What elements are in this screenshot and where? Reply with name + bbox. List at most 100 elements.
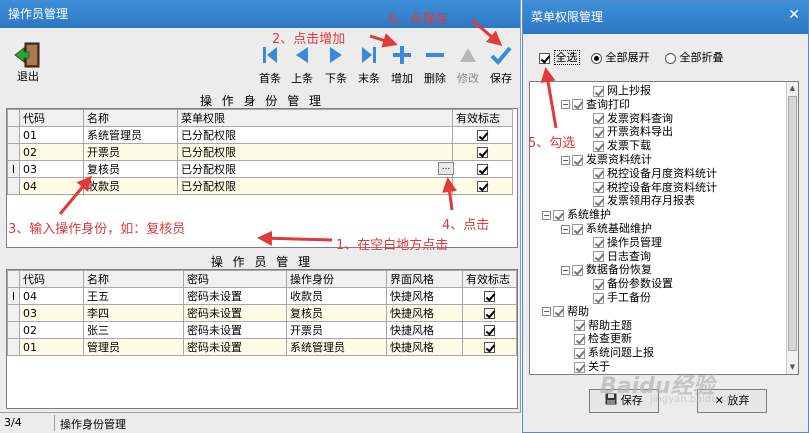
tree-check-icon[interactable] bbox=[593, 113, 604, 125]
expand-all-radio[interactable]: 全部展开 bbox=[591, 49, 650, 65]
identity-valid-checkbox[interactable] bbox=[452, 177, 513, 195]
operator-table-row[interactable]: 02 张三 密码未设置 开票员 快捷风格 bbox=[7, 321, 517, 339]
select-all-checkbox[interactable]: 全选 bbox=[539, 49, 580, 65]
operator-cell[interactable]: 01 bbox=[19, 338, 84, 356]
operator-cell[interactable]: 系统管理员 bbox=[286, 338, 387, 356]
tree-node[interactable]: 税控设备年度资料统计 bbox=[580, 181, 717, 195]
tree-check-icon[interactable] bbox=[572, 154, 583, 166]
identity-table-row[interactable]: 02 开票员 已分配权限 bbox=[7, 143, 513, 161]
tree-node[interactable]: 检查更新 bbox=[561, 332, 632, 346]
scroll-down-icon[interactable]: ▼ bbox=[788, 362, 797, 372]
operator-cell[interactable]: 王五 bbox=[83, 287, 184, 305]
tree-check-icon[interactable] bbox=[593, 126, 604, 138]
prev-record-button[interactable]: 上条 bbox=[284, 44, 320, 86]
last-record-button[interactable]: 末条 bbox=[351, 44, 387, 86]
save-button[interactable]: 保存 bbox=[483, 44, 519, 86]
collapse-all-radio[interactable]: 全部折叠 bbox=[665, 49, 724, 65]
tree-check-icon[interactable] bbox=[593, 237, 604, 249]
operator-cell[interactable]: 快捷风格 bbox=[386, 304, 463, 322]
operator-col-name[interactable]: 名称 bbox=[83, 270, 184, 288]
tree-check-icon[interactable] bbox=[572, 264, 583, 276]
operator-grid[interactable]: 代码 名称 密码 操作身份 界面风格 有效标志 I 04 王五 密码未设置 收款员 快捷风… bbox=[6, 269, 518, 409]
operator-cell[interactable]: 密码未设置 bbox=[183, 338, 287, 356]
tree-node[interactable]: 发票领用存月报表 bbox=[580, 194, 695, 208]
next-record-button[interactable]: 下条 bbox=[318, 44, 354, 86]
tree-node[interactable]: 网上抄报 bbox=[580, 84, 651, 98]
tree-check-icon[interactable] bbox=[574, 347, 585, 359]
operator-cell[interactable]: 密码未设置 bbox=[183, 287, 287, 305]
operator-col-password[interactable]: 密码 bbox=[183, 270, 287, 288]
tree-node[interactable]: 手工备份 bbox=[580, 291, 651, 305]
tree-node[interactable]: 发票资料查询 bbox=[580, 112, 673, 126]
tree-check-icon[interactable] bbox=[593, 195, 604, 207]
identity-valid-checkbox[interactable] bbox=[452, 160, 513, 178]
tree-node[interactable]: − 发票资料统计 bbox=[561, 153, 652, 167]
operator-cell[interactable]: 张三 bbox=[83, 321, 184, 339]
tree-check-icon[interactable] bbox=[574, 320, 585, 332]
identity-cell[interactable]: 已分配权限 bbox=[177, 177, 453, 195]
operator-cell[interactable]: 快捷风格 bbox=[386, 338, 463, 356]
operator-cell[interactable]: 03 bbox=[19, 304, 84, 322]
identity-cell[interactable]: 已分配权限 bbox=[177, 126, 453, 144]
operator-cell[interactable]: 收款员 bbox=[286, 287, 387, 305]
tree-check-icon[interactable] bbox=[574, 361, 585, 373]
scroll-thumb[interactable] bbox=[788, 96, 797, 351]
tree-check-icon[interactable] bbox=[593, 85, 604, 97]
collapse-toggle-icon[interactable]: − bbox=[561, 100, 570, 110]
identity-cell[interactable]: 开票员 bbox=[83, 143, 178, 161]
tree-node[interactable]: − 查询打印 bbox=[561, 98, 630, 112]
exit-button[interactable]: 退出 bbox=[8, 42, 48, 84]
operator-cell[interactable]: 快捷风格 bbox=[386, 321, 463, 339]
tree-check-icon[interactable] bbox=[574, 333, 585, 345]
collapse-toggle-icon[interactable]: − bbox=[561, 155, 570, 165]
tree-node[interactable]: 日志查询 bbox=[580, 250, 651, 264]
tree-node[interactable]: 帮助主题 bbox=[561, 319, 632, 333]
operator-cell[interactable]: 管理员 bbox=[83, 338, 184, 356]
tree-node[interactable]: 发票下载 bbox=[580, 139, 651, 153]
operator-cell[interactable]: 04 bbox=[19, 287, 84, 305]
operator-valid-checkbox[interactable] bbox=[462, 321, 517, 339]
identity-cell[interactable]: 已分配权限 bbox=[177, 143, 453, 161]
tree-node[interactable]: − 系统维护 bbox=[542, 208, 611, 222]
operator-valid-checkbox[interactable] bbox=[462, 304, 517, 322]
tree-check-icon[interactable] bbox=[572, 223, 583, 235]
identity-col-valid-flag[interactable]: 有效标志 bbox=[452, 109, 513, 127]
identity-table-row[interactable]: 01 系统管理员 已分配权限 bbox=[7, 126, 513, 144]
identity-col-name[interactable]: 名称 bbox=[83, 109, 178, 127]
collapse-toggle-icon[interactable]: − bbox=[542, 210, 551, 220]
operator-table-row[interactable]: 01 管理员 密码未设置 系统管理员 快捷风格 bbox=[7, 338, 517, 356]
identity-cell[interactable]: 复核员 bbox=[83, 160, 178, 178]
operator-col-identity[interactable]: 操作身份 bbox=[286, 270, 387, 288]
tree-node[interactable]: − 帮助 bbox=[542, 305, 589, 319]
identity-cell[interactable]: 01 bbox=[19, 126, 84, 144]
operator-cell[interactable]: 开票员 bbox=[286, 321, 387, 339]
collapse-toggle-icon[interactable]: − bbox=[542, 307, 551, 317]
identity-valid-checkbox[interactable] bbox=[452, 126, 513, 144]
tree-node[interactable]: 税控设备月度资料统计 bbox=[580, 167, 717, 181]
identity-cell[interactable]: 03 bbox=[19, 160, 84, 178]
operator-cell[interactable]: 复核员 bbox=[286, 304, 387, 322]
identity-cell[interactable]: 收款员 bbox=[83, 177, 178, 195]
menu-permission-ellipsis-button[interactable]: ... bbox=[438, 162, 454, 175]
operator-cell[interactable]: 02 bbox=[19, 321, 84, 339]
identity-table-row[interactable]: 04 收款员 已分配权限 bbox=[7, 177, 513, 195]
operator-cell[interactable]: 李四 bbox=[83, 304, 184, 322]
tree-node[interactable]: 系统问题上报 bbox=[561, 346, 654, 360]
operator-table-row[interactable]: 03 李四 密码未设置 复核员 快捷风格 bbox=[7, 304, 517, 322]
tree-check-icon[interactable] bbox=[593, 251, 604, 263]
tree-check-icon[interactable] bbox=[593, 278, 604, 290]
add-button[interactable]: 增加 bbox=[384, 44, 420, 86]
collapse-toggle-icon[interactable]: − bbox=[561, 224, 570, 234]
operator-cell[interactable]: 密码未设置 bbox=[183, 304, 287, 322]
identity-cell[interactable]: 系统管理员 bbox=[83, 126, 178, 144]
identity-cell[interactable]: 已分配权限 bbox=[177, 160, 453, 178]
tree-node[interactable]: 操作员管理 bbox=[580, 236, 662, 250]
identity-col-menu-permission[interactable]: 菜单权限 bbox=[177, 109, 453, 127]
first-record-button[interactable]: 首条 bbox=[252, 44, 288, 86]
identity-valid-checkbox[interactable] bbox=[452, 143, 513, 161]
close-icon[interactable]: ✕ bbox=[788, 7, 800, 23]
scroll-up-icon[interactable]: ▲ bbox=[788, 83, 797, 93]
tree-check-icon[interactable] bbox=[593, 168, 604, 180]
operator-col-code[interactable]: 代码 bbox=[19, 270, 84, 288]
collapse-toggle-icon[interactable]: − bbox=[561, 265, 570, 275]
